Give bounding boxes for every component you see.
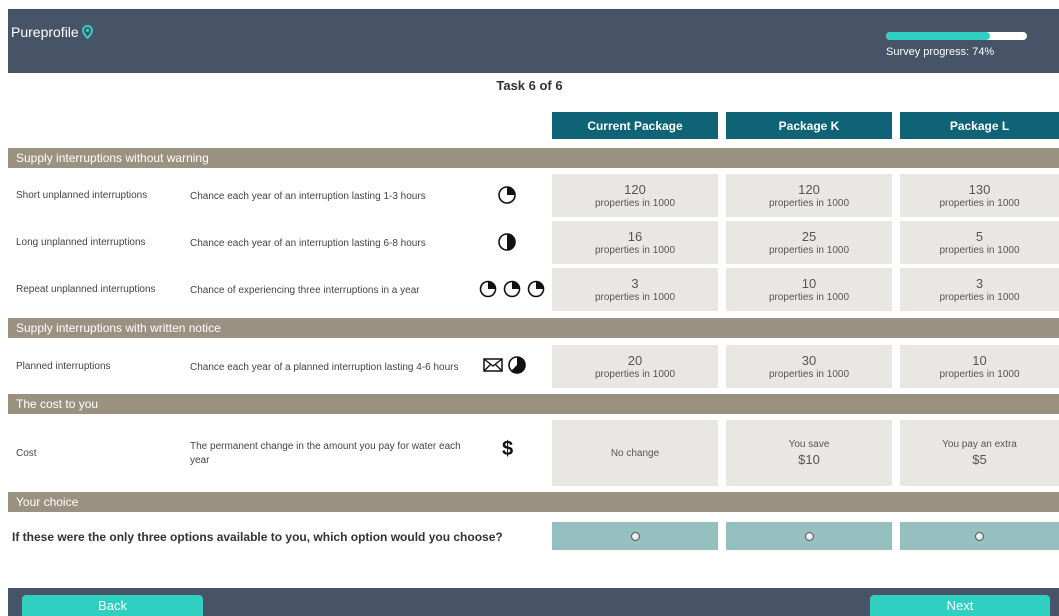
row-label-repeat-unplanned: Repeat unplanned interruptions — [16, 284, 156, 295]
clock-half-icon — [498, 233, 516, 251]
row-label-long-unplanned: Long unplanned interruptions — [16, 237, 146, 248]
row-desc-short-unplanned: Chance each year of an interruption last… — [190, 191, 426, 202]
cell-l-short: 130 properties in 1000 — [900, 174, 1059, 217]
cell-l-long: 5 properties in 1000 — [900, 221, 1059, 264]
radio-package-l[interactable] — [975, 531, 984, 541]
radio-current-package[interactable] — [630, 531, 640, 541]
choice-question: If these were the only three options ava… — [12, 530, 503, 544]
envelope-icon — [483, 358, 503, 372]
cell-k-cost: You save $10 — [726, 420, 892, 486]
progress-label: Survey progress: 74% — [886, 46, 995, 58]
cell-current-long: 16 properties in 1000 — [552, 221, 718, 264]
section-header-choice: Your choice — [8, 492, 1059, 512]
section-header-cost: The cost to you — [8, 394, 1059, 414]
cell-current-repeat: 3 properties in 1000 — [552, 268, 718, 311]
back-button[interactable]: Back — [22, 595, 203, 616]
cell-k-planned: 30 properties in 1000 — [726, 345, 892, 388]
logo-text: Pureprofile — [11, 24, 79, 40]
envelope-clock-icon — [483, 356, 526, 374]
choice-package-l[interactable] — [900, 522, 1059, 550]
cell-l-repeat: 3 properties in 1000 — [900, 268, 1059, 311]
survey-progress: Survey progress: 74% — [886, 32, 1027, 58]
row-label-planned: Planned interruptions — [16, 361, 111, 372]
section-header-unplanned: Supply interruptions without warning — [8, 148, 1059, 168]
column-header-package-k: Package K — [726, 112, 892, 139]
task-title: Task 6 of 6 — [496, 78, 563, 93]
cell-k-repeat: 10 properties in 1000 — [726, 268, 892, 311]
cell-k-long: 25 properties in 1000 — [726, 221, 892, 264]
cell-k-short: 120 properties in 1000 — [726, 174, 892, 217]
row-desc-cost: The permanent change in the amount you p… — [190, 441, 461, 466]
progress-fill — [886, 32, 991, 40]
row-desc-long-unplanned: Chance each year of an interruption last… — [190, 238, 426, 249]
row-label-short-unplanned: Short unplanned interruptions — [16, 190, 148, 201]
choice-current-package[interactable] — [552, 522, 718, 550]
row-label-cost: Cost — [16, 448, 37, 459]
column-header-current-package: Current Package — [552, 112, 718, 139]
cell-current-cost: No change — [552, 420, 718, 486]
choice-package-k[interactable] — [726, 522, 892, 550]
location-pin-icon — [81, 25, 93, 39]
cell-current-planned: 20 properties in 1000 — [552, 345, 718, 388]
cell-l-cost: You pay an extra $5 — [900, 420, 1059, 486]
column-header-package-l: Package L — [900, 112, 1059, 139]
cell-current-short: 120 properties in 1000 — [552, 174, 718, 217]
radio-package-k[interactable] — [804, 531, 814, 541]
row-desc-repeat-unplanned: Chance of experiencing three interruptio… — [190, 285, 420, 296]
pureprofile-logo: Pureprofile — [11, 24, 93, 40]
clock-quarter-icon — [498, 186, 516, 204]
row-desc-planned: Chance each year of a planned interrupti… — [190, 362, 459, 373]
progress-bar — [886, 32, 1027, 40]
three-clocks-icon — [477, 280, 547, 298]
section-header-planned: Supply interruptions with written notice — [8, 318, 1059, 338]
dollar-icon: $ — [502, 438, 514, 460]
survey-header: Pureprofile Survey progress: 74% — [8, 9, 1059, 73]
cell-l-planned: 10 properties in 1000 — [900, 345, 1059, 388]
next-button[interactable]: Next — [870, 595, 1050, 616]
